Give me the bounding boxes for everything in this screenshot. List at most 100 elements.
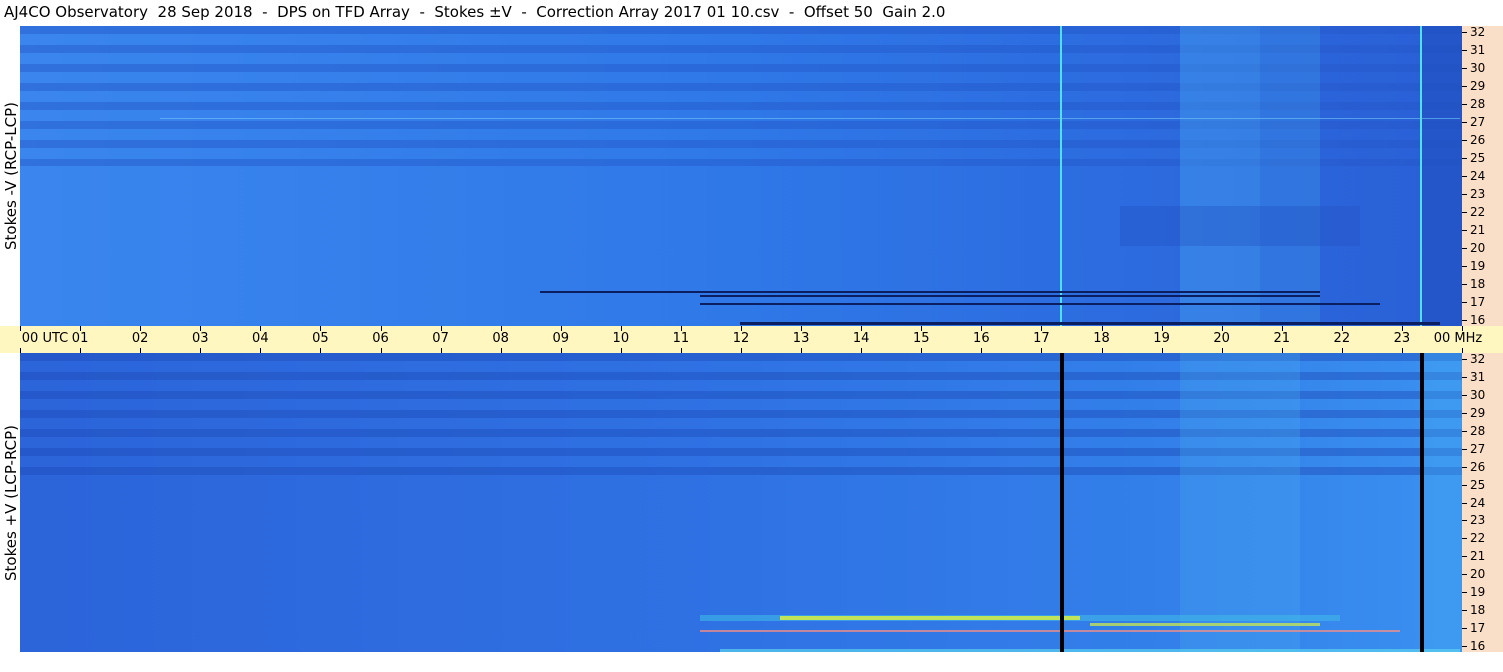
time-axis-tick — [320, 326, 321, 331]
frequency-tick — [1462, 574, 1467, 575]
time-axis-tick — [441, 326, 442, 331]
time-axis-tick — [861, 326, 862, 331]
time-axis-label: 14 — [852, 331, 870, 346]
time-axis-label: 06 — [372, 331, 389, 346]
time-axis-label: 04 — [252, 331, 269, 346]
frequency-tick — [1462, 68, 1467, 69]
frequency-label: 18 — [1470, 277, 1486, 291]
frequency-tick — [1462, 628, 1467, 629]
bottom-panel-ylabel: Stokes +V (LCP-RCP) — [2, 424, 20, 581]
time-axis-tick — [501, 326, 502, 331]
frequency-tick — [1462, 556, 1467, 557]
time-axis-label: 01 — [71, 331, 89, 346]
time-axis-label: 23 — [1393, 331, 1411, 346]
frequency-label: 24 — [1470, 169, 1486, 183]
frequency-tick — [1462, 230, 1467, 231]
time-axis-label: 16 — [973, 331, 990, 346]
time-axis-tick — [981, 326, 982, 331]
frequency-label: 32 — [1470, 352, 1486, 366]
time-axis-label: 02 — [131, 331, 149, 346]
frequency-tick — [1462, 592, 1467, 593]
frequency-tick — [1462, 538, 1467, 539]
title-bar: AJ4CO Observatory 28 Sep 2018 - DPS on T… — [0, 0, 1462, 26]
time-axis-label: 00 UTC — [21, 331, 69, 346]
frequency-label: 29 — [1470, 406, 1486, 420]
frequency-label: 16 — [1470, 639, 1486, 653]
frequency-tick — [1462, 176, 1467, 177]
time-axis-tick — [381, 326, 382, 331]
frequency-tick — [1462, 503, 1467, 504]
frequency-label: 27 — [1470, 442, 1486, 456]
frequency-tick — [1462, 395, 1467, 396]
frequency-label: 25 — [1470, 151, 1486, 165]
time-axis-tick — [741, 326, 742, 331]
time-axis-tick — [260, 326, 261, 331]
time-axis-label: 12 — [732, 331, 750, 346]
frequency-label: 23 — [1470, 513, 1486, 527]
frequency-label: 20 — [1470, 241, 1486, 255]
frequency-tick — [1462, 431, 1467, 432]
time-axis-label: 20 — [1213, 331, 1230, 346]
frequency-label: 26 — [1470, 133, 1486, 147]
frequency-tick — [1462, 50, 1467, 51]
time-axis-label: 18 — [1093, 331, 1110, 346]
time-axis-label: 08 — [492, 331, 509, 346]
time-axis-label: 03 — [191, 331, 209, 346]
time-axis-label: 13 — [792, 331, 810, 346]
frequency-tick — [1462, 122, 1467, 123]
time-axis-tick — [200, 326, 201, 331]
frequency-label: 16 — [1470, 313, 1486, 327]
frequency-tick — [1462, 302, 1467, 303]
frequency-tick — [1462, 377, 1467, 378]
frequency-tick — [1462, 467, 1467, 468]
frequency-label: 22 — [1470, 205, 1486, 219]
frequency-label: 30 — [1470, 388, 1486, 402]
time-axis-label: 10 — [612, 331, 630, 346]
frequency-tick — [1462, 266, 1467, 267]
time-axis-label: 11 — [672, 331, 690, 346]
frequency-label: 28 — [1470, 97, 1486, 111]
time-axis-tick — [621, 326, 622, 331]
time-axis-tick — [80, 326, 81, 331]
top-panel-ylabel: Stokes -V (RCP-LCP) — [2, 102, 20, 250]
frequency-tick — [1462, 284, 1467, 285]
frequency-tick — [1462, 610, 1467, 611]
time-axis-tick — [1282, 326, 1283, 331]
time-axis-label: 05 — [312, 331, 329, 346]
frequency-label: 20 — [1470, 567, 1486, 581]
frequency-label: 21 — [1470, 549, 1486, 563]
frequency-tick — [1462, 520, 1467, 521]
frequency-tick — [1462, 86, 1467, 87]
frequency-label: 32 — [1470, 25, 1486, 39]
frequency-label: 29 — [1470, 79, 1486, 93]
frequency-tick — [1462, 212, 1467, 213]
frequency-label: 23 — [1470, 187, 1486, 201]
spectrogram-title: AJ4CO Observatory 28 Sep 2018 - DPS on T… — [4, 3, 946, 21]
time-axis-label: 00 MHz — [1433, 331, 1483, 346]
frequency-tick — [1462, 32, 1467, 33]
time-axis-label: 09 — [552, 331, 570, 346]
frequency-tick — [1462, 194, 1467, 195]
frequency-label: 22 — [1470, 531, 1486, 545]
frequency-label: 21 — [1470, 223, 1486, 237]
time-axis-label: 17 — [1033, 331, 1050, 346]
top-spectrogram-image — [20, 26, 1462, 326]
frequency-tick — [1462, 140, 1467, 141]
frequency-label: 25 — [1470, 478, 1486, 492]
time-axis-label: 07 — [432, 331, 449, 346]
bottom-panel-ylabel-area: Stokes +V (LCP-RCP) — [0, 353, 22, 652]
time-axis-tick — [801, 326, 802, 331]
frequency-tick — [1462, 449, 1467, 450]
top-frequency-axis: 32 31 30 29 28 27 26 25 24 23 22 21 20 19 18 17 16 — [1462, 26, 1503, 326]
time-axis-tick — [1041, 326, 1042, 331]
frequency-tick — [1462, 485, 1467, 486]
bottom-spectrogram-image — [20, 353, 1462, 652]
frequency-label: 26 — [1470, 460, 1486, 474]
time-axis-label: 21 — [1273, 331, 1291, 346]
frequency-tick — [1462, 320, 1467, 321]
time-axis-label: 22 — [1333, 331, 1351, 346]
top-spectrogram — [20, 26, 1462, 326]
time-axis-tick — [140, 326, 141, 331]
frequency-label: 27 — [1470, 115, 1486, 129]
frequency-label: 24 — [1470, 496, 1486, 510]
